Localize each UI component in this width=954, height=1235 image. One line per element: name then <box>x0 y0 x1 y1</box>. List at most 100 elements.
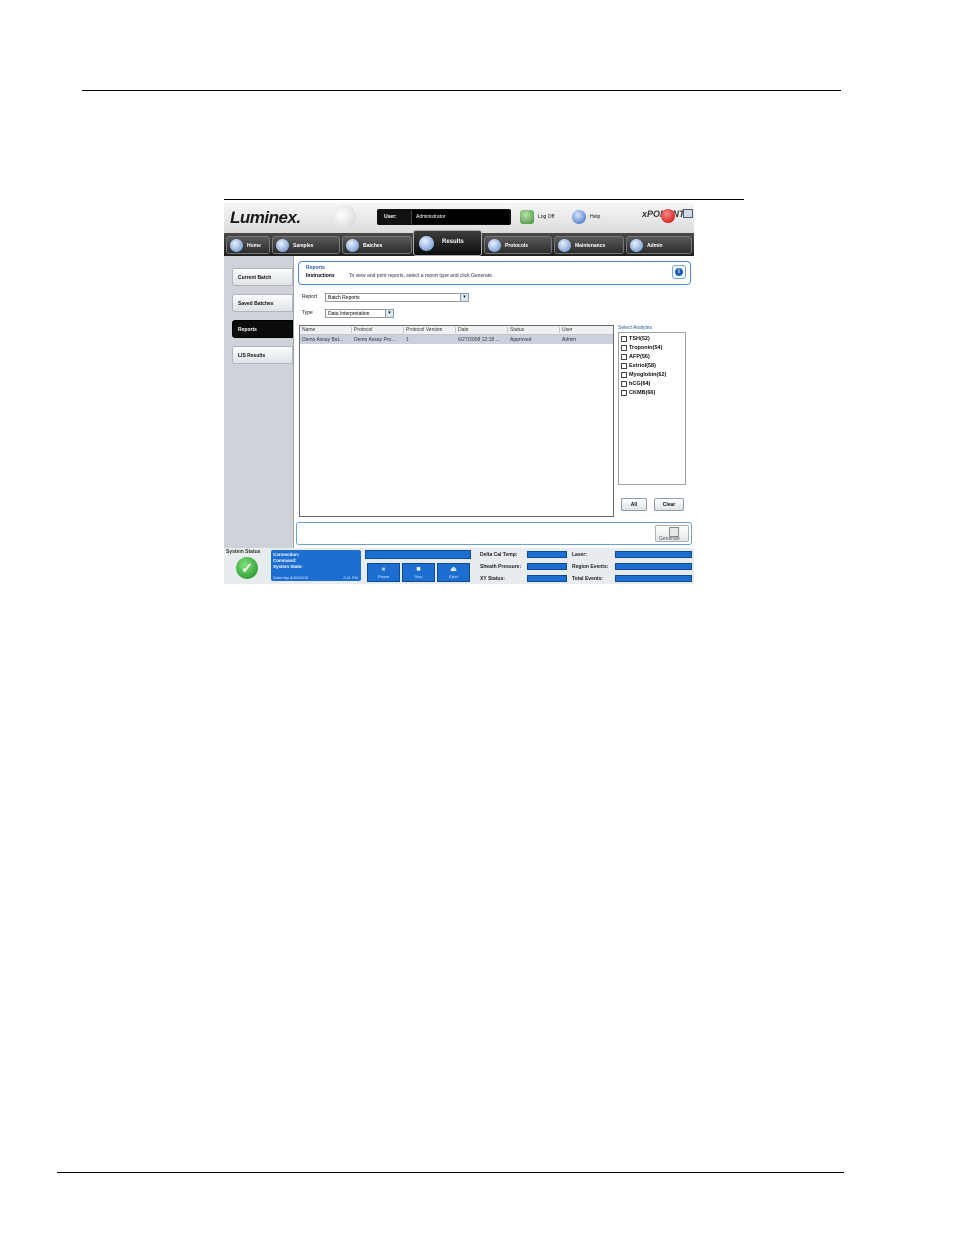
laser-value <box>615 551 692 558</box>
table-cell: 1 <box>406 337 409 343</box>
generate-button[interactable]: Generate <box>655 525 689 542</box>
analyte-checkbox-troponin[interactable]: Troponin(54) <box>621 345 662 351</box>
column-header-protocol-version[interactable]: Protocol Version <box>403 327 442 333</box>
analyte-checkbox-tsh[interactable]: TSH(52) <box>621 336 650 342</box>
checkbox[interactable] <box>621 336 627 342</box>
select-all-button[interactable]: All <box>621 498 647 511</box>
checkbox[interactable] <box>621 372 627 378</box>
stop-button[interactable]: ■ Stop <box>402 563 435 582</box>
logoff-button[interactable]: Log Off <box>520 210 554 224</box>
system-state-label: System State: <box>273 564 303 569</box>
analyte-label: Troponin(54) <box>629 345 663 351</box>
checkbox[interactable] <box>621 345 627 351</box>
pause-button[interactable]: ⏸ Pause <box>367 563 400 582</box>
tab-maintenance[interactable]: Maintenance <box>554 236 624 254</box>
figure-top-rule <box>224 199 744 200</box>
window-menu-icon[interactable] <box>683 209 693 218</box>
checkbox[interactable] <box>621 390 627 396</box>
type-select[interactable]: Data Interpretation ▾ <box>325 309 394 318</box>
help-icon <box>572 210 586 224</box>
instructions-box: Reports Instructions To view and print r… <box>298 261 691 285</box>
eject-button[interactable]: ⏏ Eject <box>437 563 470 582</box>
analyte-checkbox-hcg[interactable]: hCG(64) <box>621 381 650 387</box>
analyte-label: CKMB(66) <box>629 390 656 396</box>
status-date: Saturday 8/30/2008 <box>273 575 308 580</box>
checkbox[interactable] <box>621 363 627 369</box>
instructions-label: Instructions <box>306 273 335 279</box>
analyte-checkbox-estriol[interactable]: Estriol(58) <box>621 363 656 369</box>
type-label: Type <box>302 310 313 316</box>
column-header-status[interactable]: Status <box>507 327 524 333</box>
eject-icon: ⏏ <box>450 566 457 573</box>
instructions-text: To view and print reports, select a repo… <box>349 273 494 279</box>
table-row[interactable]: Demo Assay Bat... Demo Assay Pro... 1 6/… <box>300 335 613 344</box>
tab-protocols-label: Protocols <box>505 243 529 249</box>
pause-icon: ⏸ <box>381 566 386 573</box>
analyte-label: TSH(52) <box>629 336 650 342</box>
info-icon: i <box>675 268 683 276</box>
sidebar-item-saved-batches[interactable]: Saved Batches <box>232 294 293 312</box>
chevron-down-icon: ▾ <box>460 294 468 301</box>
total-events-label: Total Events: <box>572 576 604 582</box>
tab-maintenance-label: Maintenance <box>575 243 606 249</box>
sidebar-item-label: Reports <box>238 327 257 333</box>
tab-results-label: Results <box>442 239 464 245</box>
eject-label: Eject <box>449 574 458 579</box>
tab-results[interactable]: Results <box>413 230 482 256</box>
clear-button[interactable]: Clear <box>654 498 684 511</box>
luminex-logo: Luminex. <box>230 208 301 227</box>
results-icon <box>419 236 434 251</box>
tab-samples[interactable]: Samples <box>272 236 340 254</box>
tab-admin[interactable]: Admin <box>626 236 692 254</box>
user-field: Administrator <box>411 210 509 224</box>
column-header-date[interactable]: Date <box>455 327 469 333</box>
column-header-protocol[interactable]: Protocol <box>351 327 372 333</box>
analyte-checkbox-afp[interactable]: AFP(56) <box>621 354 650 360</box>
protocols-icon <box>488 239 501 252</box>
analytes-title: Select Analytes <box>618 325 653 331</box>
checkbox[interactable] <box>621 381 627 387</box>
analyte-checkbox-ckmb[interactable]: CKMB(66) <box>621 390 655 396</box>
progress-bar <box>365 550 471 559</box>
sidebar-item-label: Current Batch <box>238 275 272 281</box>
info-button[interactable]: i <box>672 265 686 279</box>
type-select-value: Data Interpretation <box>328 311 370 317</box>
analyte-checkbox-myoglobin[interactable]: Myoglobin(62) <box>621 372 666 378</box>
sidebar-item-lis-results[interactable]: LIS Results <box>232 346 293 364</box>
tab-home[interactable]: Home <box>226 236 270 254</box>
analytes-list: TSH(52) Troponin(54) AFP(56) Estriol(58)… <box>618 332 686 485</box>
delta-cal-temp-label: Delta Cal Temp: <box>480 552 518 558</box>
laser-label: Laser: <box>572 552 588 558</box>
batch-table: Name Protocol Protocol Version Date Stat… <box>299 325 614 517</box>
sidebar-item-current-batch[interactable]: Current Batch <box>232 268 293 286</box>
logo-swoosh-icon <box>332 205 356 229</box>
user-box: User: Administrator <box>377 209 511 225</box>
status-ok-icon[interactable]: ✓ <box>236 557 258 579</box>
help-button[interactable]: Help <box>572 210 600 224</box>
tab-samples-label: Samples <box>293 243 314 249</box>
tab-batches-label: Batches <box>363 243 383 249</box>
sidebar-item-reports[interactable]: Reports <box>232 320 293 338</box>
table-cell: Demo Assay Bat... <box>302 337 344 343</box>
tab-home-label: Home <box>247 243 261 249</box>
page-bottom-rule <box>57 1172 844 1173</box>
status-bar: System Status ✓ Connection: Command: Sys… <box>224 548 694 584</box>
column-header-user[interactable]: User <box>559 327 573 333</box>
tab-protocols[interactable]: Protocols <box>484 236 552 254</box>
analyte-label: hCG(64) <box>629 381 651 387</box>
system-status-title: System Status <box>226 549 261 555</box>
stop-icon: ■ <box>416 566 421 573</box>
analyte-label: Myoglobin(62) <box>629 372 667 378</box>
analyte-label: AFP(56) <box>629 354 650 360</box>
report-select[interactable]: Batch Reports ▾ <box>325 293 469 302</box>
analytes-panel: Select Analytes TSH(52) Troponin(54) AFP… <box>618 325 686 485</box>
tab-batches[interactable]: Batches <box>342 236 412 254</box>
page-title: Reports <box>306 265 325 271</box>
xponent-window: Luminex. User: Administrator Log Off Hel… <box>224 203 694 584</box>
table-cell: Approved <box>510 337 532 343</box>
column-header-name[interactable]: Name <box>300 327 315 333</box>
checkbox[interactable] <box>621 354 627 360</box>
report-select-value: Batch Reports <box>328 295 360 301</box>
user-value: Administrator <box>416 214 446 220</box>
system-status-panel: Connection: Command: System State: Satur… <box>271 550 361 581</box>
